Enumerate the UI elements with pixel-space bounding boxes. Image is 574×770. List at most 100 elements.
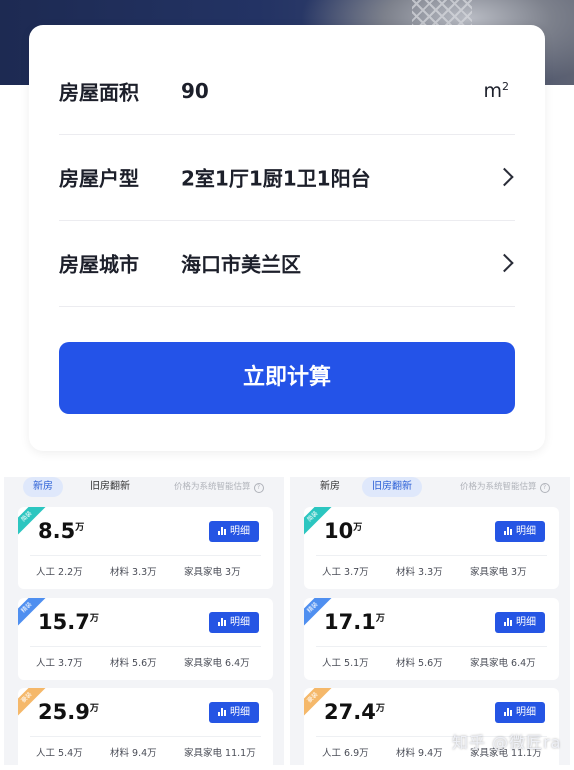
labor-label: 人工 xyxy=(36,748,56,759)
detail-label: 明细 xyxy=(230,526,250,537)
estimate-note: 价格为系统智能估算? xyxy=(174,480,264,493)
furniture-cost: 家具家电 3万 xyxy=(470,564,527,578)
tab-renovation[interactable]: 旧房翻新 xyxy=(80,477,140,497)
layout-label: 房屋户型 xyxy=(59,166,139,191)
price-number: 17.1 xyxy=(324,610,376,634)
furniture-value: 11.1万 xyxy=(225,748,256,759)
price-unit: 万 xyxy=(89,614,99,624)
furniture-value: 3万 xyxy=(225,567,241,578)
price-unit: 万 xyxy=(353,523,363,533)
labor-value: 2.2万 xyxy=(58,567,83,578)
furniture-label: 家具家电 xyxy=(184,748,223,759)
calculate-button[interactable]: 立即计算 xyxy=(59,342,515,414)
labor-label: 人工 xyxy=(322,748,342,759)
detail-button[interactable]: 明细 xyxy=(209,521,259,542)
detail-label: 明细 xyxy=(230,617,250,628)
labor-value: 6.9万 xyxy=(344,748,369,759)
material-value: 5.6万 xyxy=(418,658,443,669)
result-tabs: 新房 旧房翻新 价格为系统智能估算? xyxy=(4,477,284,499)
labor-label: 人工 xyxy=(36,567,56,578)
material-label: 材料 xyxy=(110,658,130,669)
labor-cost: 人工 6.9万 xyxy=(322,745,369,759)
material-label: 材料 xyxy=(396,658,416,669)
material-value: 3.3万 xyxy=(132,567,157,578)
estimate-note-text: 价格为系统智能估算 xyxy=(174,482,251,492)
chevron-right-icon[interactable] xyxy=(495,253,514,273)
divider xyxy=(30,555,261,556)
city-value[interactable]: 海口市美兰区 xyxy=(181,249,301,278)
price-card: 简装 10万 明细 人工 3.7万 材料 3.3万 家具家电 3万 xyxy=(304,507,559,589)
bar-chart-icon xyxy=(504,708,513,716)
area-label: 房屋面积 xyxy=(59,80,139,105)
price-value: 25.9万 xyxy=(38,700,99,724)
tab-renovation[interactable]: 旧房翻新 xyxy=(362,477,422,497)
labor-value: 5.4万 xyxy=(58,748,83,759)
furniture-label: 家具家电 xyxy=(184,658,223,669)
price-unit: 万 xyxy=(89,704,99,714)
detail-label: 明细 xyxy=(230,707,250,718)
labor-value: 3.7万 xyxy=(58,658,83,669)
detail-label: 明细 xyxy=(516,526,536,537)
material-value: 5.6万 xyxy=(132,658,157,669)
detail-label: 明细 xyxy=(516,707,536,718)
detail-button[interactable]: 明细 xyxy=(495,702,545,723)
tab-new-house[interactable]: 新房 xyxy=(310,477,350,497)
detail-button[interactable]: 明细 xyxy=(209,702,259,723)
labor-cost: 人工 5.1万 xyxy=(322,655,369,669)
price-card: 简装 8.5万 明细 人工 2.2万 材料 3.3万 家具家电 3万 xyxy=(18,507,273,589)
labor-cost: 人工 5.4万 xyxy=(36,745,83,759)
layout-row[interactable]: 房屋户型 2室1厅1厨1卫1阳台 xyxy=(59,134,515,221)
bar-chart-icon xyxy=(218,708,227,716)
result-panel-renovation: 新房 旧房翻新 价格为系统智能估算? 简装 10万 明细 人工 3.7万 材料 3.3万 家具家… xyxy=(290,477,570,770)
material-cost: 材料 5.6万 xyxy=(110,655,157,669)
watermark: 知乎 @微匠ra xyxy=(452,733,562,752)
price-card: 精装 15.7万 明细 人工 3.7万 材料 5.6万 家具家电 6.4万 xyxy=(18,598,273,680)
detail-label: 明细 xyxy=(516,617,536,628)
price-unit: 万 xyxy=(75,523,85,533)
city-label: 房屋城市 xyxy=(59,252,139,277)
hero-pattern xyxy=(412,0,472,26)
price-unit: 万 xyxy=(375,704,385,714)
city-row[interactable]: 房屋城市 海口市美兰区 xyxy=(59,220,515,307)
furniture-label: 家具家电 xyxy=(184,567,223,578)
price-value: 17.1万 xyxy=(324,610,385,634)
price-value: 8.5万 xyxy=(38,519,84,543)
help-icon[interactable]: ? xyxy=(539,483,550,493)
furniture-value: 6.4万 xyxy=(225,658,250,669)
divider xyxy=(30,736,261,737)
detail-button[interactable]: 明细 xyxy=(495,521,545,542)
price-number: 25.9 xyxy=(38,700,90,724)
chevron-right-icon[interactable] xyxy=(495,167,514,187)
price-unit: 万 xyxy=(375,614,385,624)
tab-new-house[interactable]: 新房 xyxy=(23,477,63,497)
bar-chart-icon xyxy=(504,618,513,626)
bar-chart-icon xyxy=(504,527,513,535)
help-icon[interactable]: ? xyxy=(253,483,264,493)
detail-button[interactable]: 明细 xyxy=(209,612,259,633)
price-value: 10万 xyxy=(324,519,362,543)
material-cost: 材料 5.6万 xyxy=(396,655,443,669)
material-value: 9.4万 xyxy=(418,748,443,759)
labor-label: 人工 xyxy=(322,658,342,669)
divider xyxy=(316,646,547,647)
labor-cost: 人工 2.2万 xyxy=(36,564,83,578)
detail-button[interactable]: 明细 xyxy=(495,612,545,633)
price-value: 27.4万 xyxy=(324,700,385,724)
material-label: 材料 xyxy=(110,748,130,759)
material-label: 材料 xyxy=(110,567,130,578)
material-label: 材料 xyxy=(396,748,416,759)
area-row[interactable]: 房屋面积 90 m2 xyxy=(59,48,515,135)
bar-chart-icon xyxy=(218,618,227,626)
price-card: 精装 17.1万 明细 人工 5.1万 材料 5.6万 家具家电 6.4万 xyxy=(304,598,559,680)
furniture-label: 家具家电 xyxy=(470,567,509,578)
layout-value[interactable]: 2室1厅1厨1卫1阳台 xyxy=(181,163,371,192)
area-input[interactable]: 90 xyxy=(181,79,209,103)
price-number: 10 xyxy=(324,519,354,543)
furniture-cost: 家具家电 6.4万 xyxy=(184,655,250,669)
material-value: 3.3万 xyxy=(418,567,443,578)
labor-cost: 人工 3.7万 xyxy=(322,564,369,578)
material-value: 9.4万 xyxy=(132,748,157,759)
price-number: 27.4 xyxy=(324,700,376,724)
calculator-card: 房屋面积 90 m2 房屋户型 2室1厅1厨1卫1阳台 房屋城市 海口市美兰区 … xyxy=(29,25,545,451)
price-value: 15.7万 xyxy=(38,610,99,634)
